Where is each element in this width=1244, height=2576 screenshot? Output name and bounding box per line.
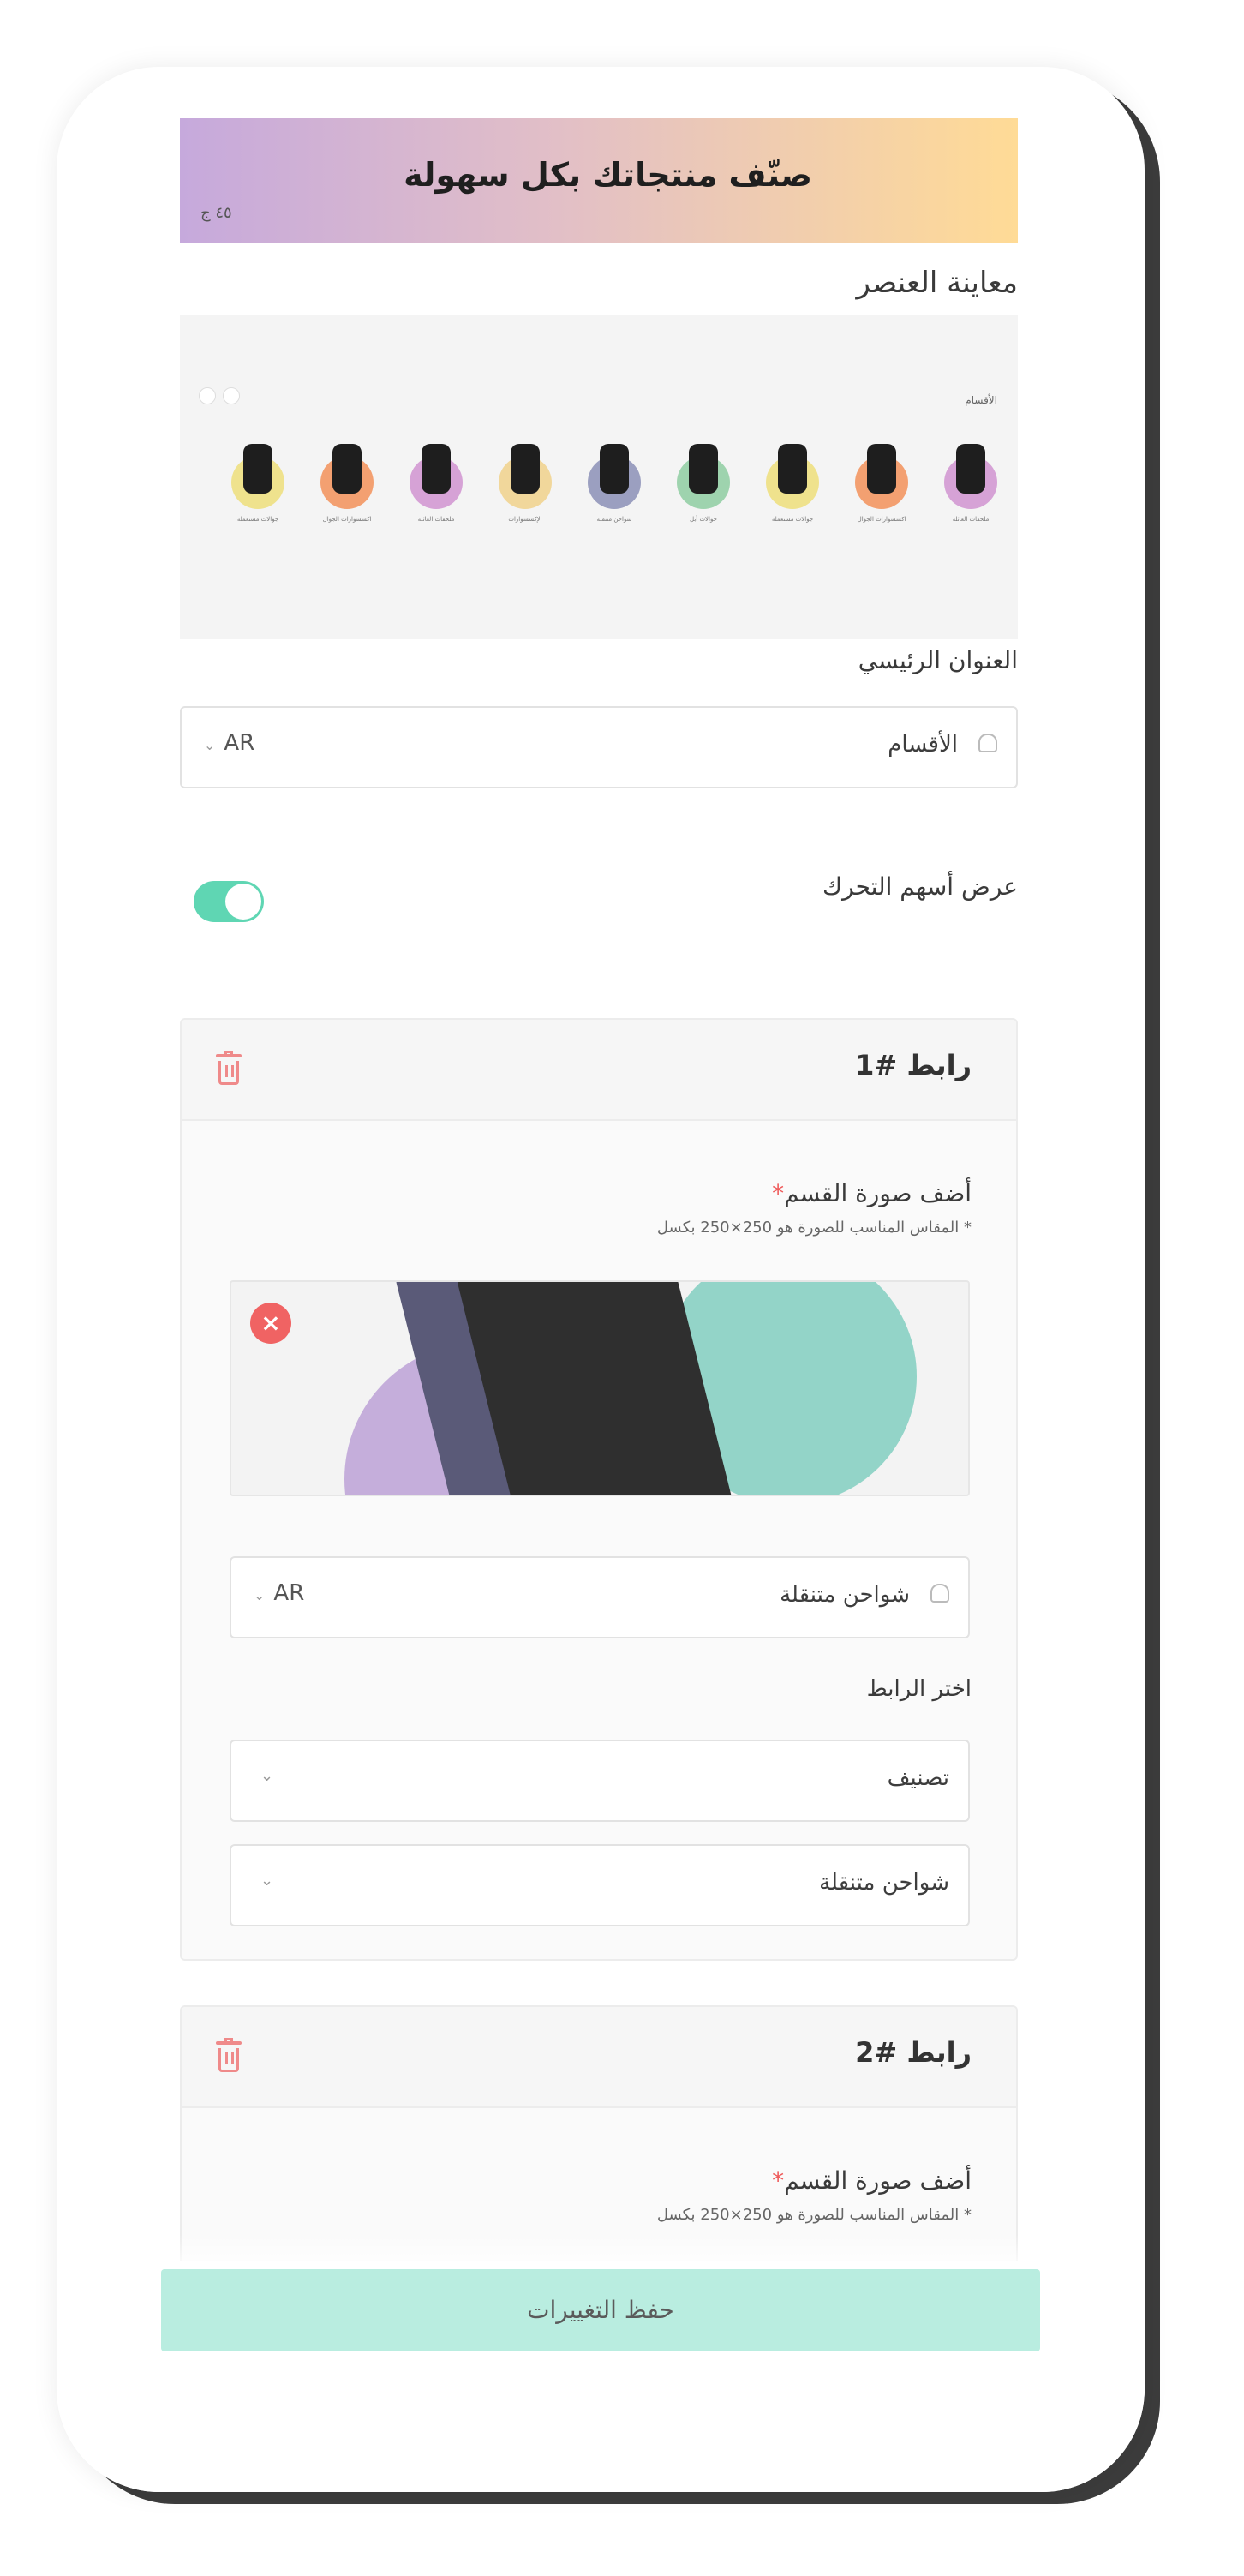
save-changes-button[interactable]: حفظ التغييرات xyxy=(161,2269,1040,2351)
preview-category-item: اكسسوارات الجوال xyxy=(317,444,377,530)
preview-next-arrow xyxy=(223,387,240,404)
preview-category-label: اكسسوارات الجوال xyxy=(857,516,906,523)
image-label: أضف صورة القسم* xyxy=(772,1179,972,1207)
preview-category-item: الإكسسوارات xyxy=(495,444,555,530)
preview-product-image xyxy=(422,444,451,494)
preview-category-item: جوالات مستعملة xyxy=(228,444,288,530)
link-type-select[interactable]: تصنيف ⌄ xyxy=(230,1740,970,1822)
choose-link-label: اختر الرابط xyxy=(866,1676,972,1702)
preview-product-image xyxy=(332,444,362,494)
preview-category-label: جوالات أبل xyxy=(690,516,717,523)
preview-category-label: الإكسسوارات xyxy=(508,516,542,523)
link-card-1: رابط #1 أضف صورة القسم* * المقاس المناسب… xyxy=(180,1018,1018,1961)
preview-category-list: ملحقات العائلة اكسسوارات الجوال جوالات مست… xyxy=(197,444,1001,530)
main-title-input[interactable]: الأقسام ⌄ AR xyxy=(180,706,1018,788)
banner-title: صنّف منتجاتك بكل سهولة xyxy=(404,156,812,194)
link-card-header: رابط #2 xyxy=(182,2007,1016,2108)
preview-arrows xyxy=(199,387,240,404)
remove-image-icon[interactable]: × xyxy=(250,1303,291,1344)
preview-product-image xyxy=(511,444,540,494)
link-card-title: رابط #1 xyxy=(855,1049,972,1081)
link-card-header: رابط #1 xyxy=(182,1020,1016,1121)
category-image[interactable]: × xyxy=(230,1280,970,1496)
chevron-down-icon: ⌄ xyxy=(260,1872,274,1890)
image-label: أضف صورة القسم* xyxy=(772,2166,972,2195)
chevron-down-icon: ⌄ xyxy=(204,737,216,753)
preview-category-label: اكسسوارات الجوال xyxy=(322,516,372,523)
element-preview: الأقسام ملحقات العائلة اكسسوارات الجوال جو… xyxy=(180,315,1018,639)
preview-category-label: جوالات مستعملة xyxy=(771,516,814,523)
link-target-select[interactable]: شواحن متنقلة ⌄ xyxy=(230,1844,970,1926)
preview-category-item: جوالات أبل xyxy=(673,444,733,530)
preview-block-title: الأقسام xyxy=(965,394,997,406)
preview-product-image xyxy=(778,444,807,494)
preview-prev-arrow xyxy=(199,387,216,404)
translate-icon xyxy=(978,734,997,752)
preview-product-image xyxy=(243,444,272,494)
preview-category-label: جوالات مستعملة xyxy=(236,516,279,523)
preview-category-item: شواحن متنقلة xyxy=(584,444,644,530)
language-selector[interactable]: ⌄ AR xyxy=(204,730,254,756)
preview-category-label: ملحقات العائلة xyxy=(417,516,455,523)
preview-label: معاينة العنصر xyxy=(856,266,1018,300)
mobile-frame: صنّف منتجاتك بكل سهولة ٤٥ ج معاينة العنص… xyxy=(57,67,1145,2492)
chevron-down-icon: ⌄ xyxy=(254,1587,266,1603)
preview-product-image xyxy=(867,444,896,494)
preview-category-item: ملحقات العائلة xyxy=(941,444,1001,530)
language-selector[interactable]: ⌄ AR xyxy=(254,1580,304,1606)
language-code: AR xyxy=(273,1580,305,1606)
main-title-value: الأقسام xyxy=(888,732,958,758)
link-target-value: شواحن متنقلة xyxy=(819,1870,949,1896)
link-name-input[interactable]: شواحن متنقلة ⌄ AR xyxy=(230,1556,970,1638)
preview-product-image xyxy=(600,444,629,494)
header-banner: صنّف منتجاتك بكل سهولة ٤٥ ج xyxy=(180,118,1018,243)
preview-category-item: جوالات مستعملة xyxy=(763,444,822,530)
preview-product-image xyxy=(689,444,718,494)
translate-icon xyxy=(930,1584,949,1603)
link-card-title: رابط #2 xyxy=(855,2036,972,2069)
link-type-value: تصنيف xyxy=(887,1765,949,1791)
preview-category-label: شواحن متنقلة xyxy=(596,516,632,523)
main-title-label: العنوان الرئيسي xyxy=(858,646,1018,674)
save-button-label: حفظ التغييرات xyxy=(527,2296,674,2324)
toggle-knob xyxy=(225,884,261,920)
image-hint: * المقاس المناسب للصورة هو 250×250 بكسل xyxy=(656,2206,972,2224)
banner-tag: ٤٥ ج xyxy=(200,204,232,222)
arrows-toggle-label: عرض أسهم التحرك xyxy=(822,872,1018,901)
preview-category-label: ملحقات العائلة xyxy=(952,516,990,523)
trash-icon[interactable] xyxy=(216,2038,242,2076)
preview-category-item: ملحقات العائلة xyxy=(406,444,466,530)
trash-icon[interactable] xyxy=(216,1051,242,1088)
preview-category-item: اكسسوارات الجوال xyxy=(852,444,912,530)
preview-product-image xyxy=(956,444,985,494)
chevron-down-icon: ⌄ xyxy=(260,1767,274,1785)
image-hint: * المقاس المناسب للصورة هو 250×250 بكسل xyxy=(656,1219,972,1237)
language-code: AR xyxy=(224,730,255,756)
link-name-value: شواحن متنقلة xyxy=(780,1582,910,1608)
arrows-toggle[interactable] xyxy=(194,881,264,922)
